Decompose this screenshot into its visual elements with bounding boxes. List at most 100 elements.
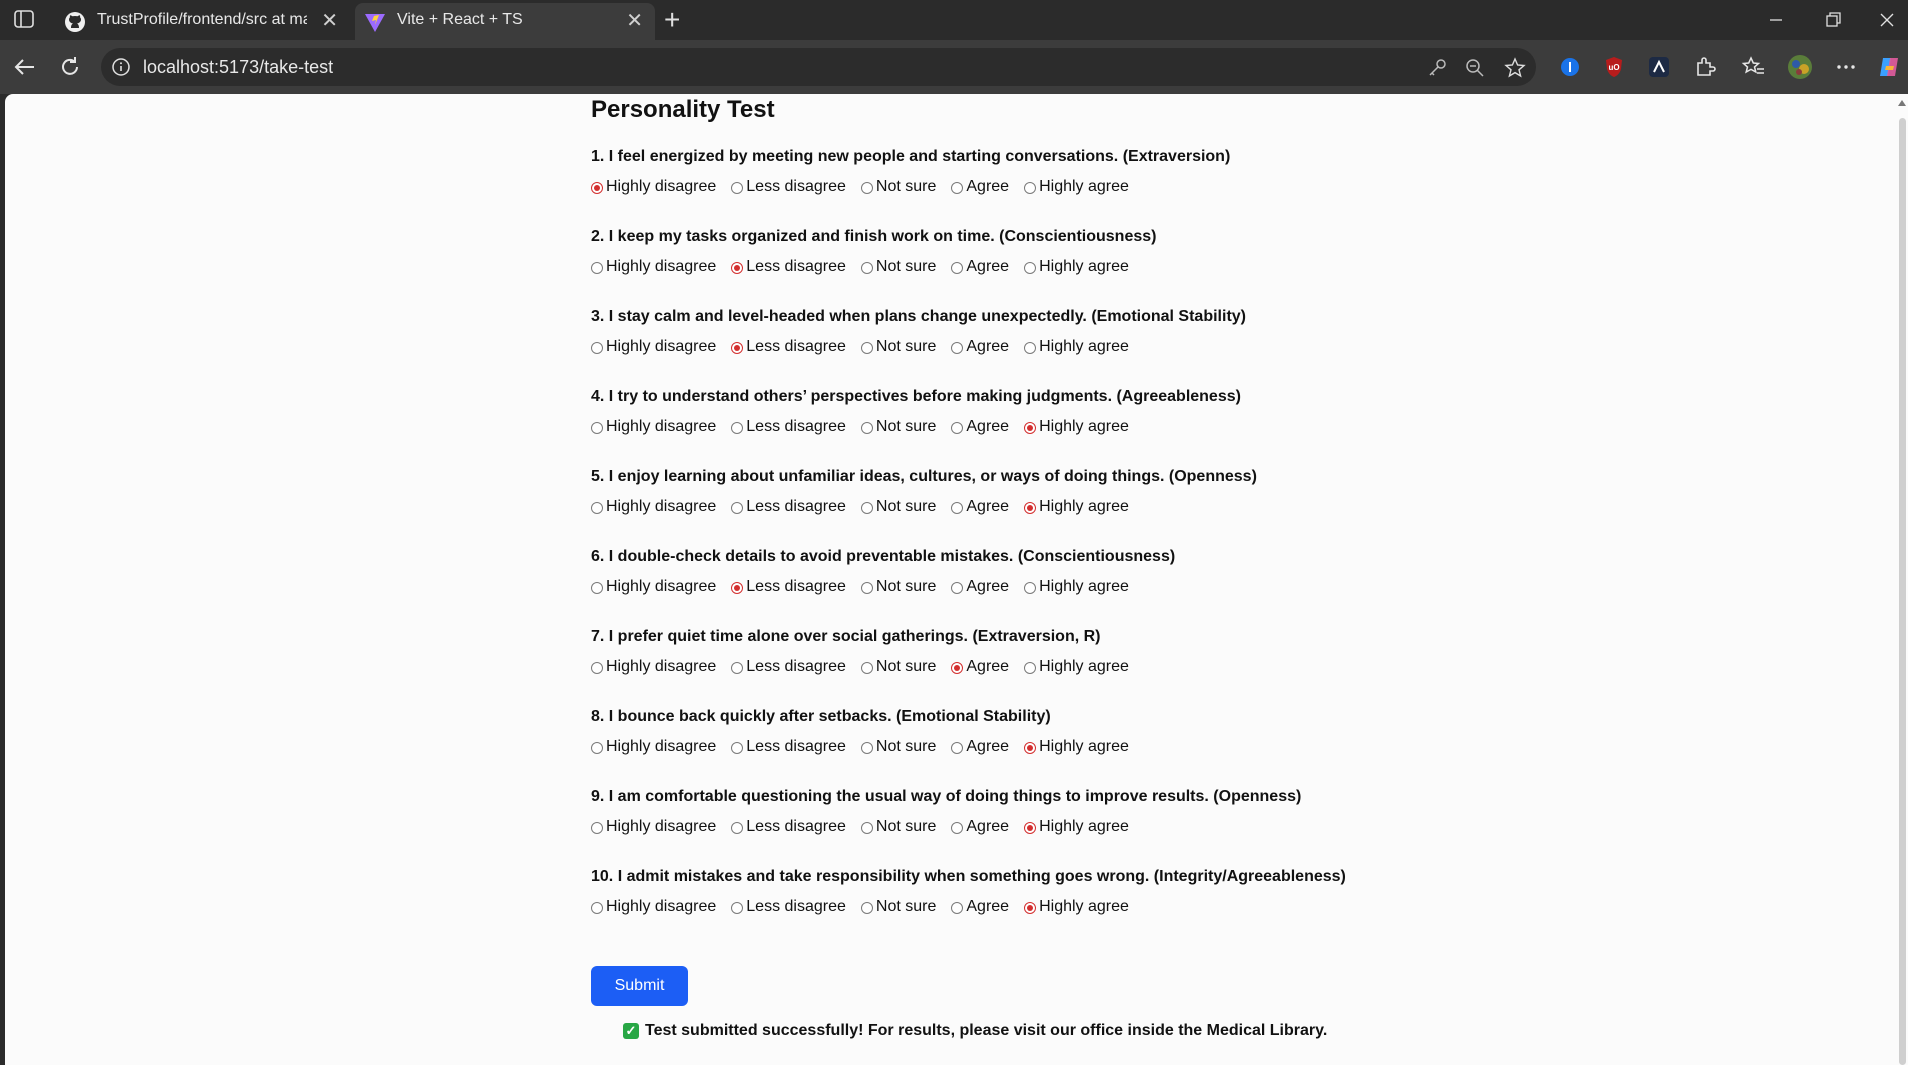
answer-option[interactable]: Not sure	[860, 818, 936, 840]
answer-option[interactable]: Highly disagree	[591, 258, 716, 280]
answer-option[interactable]: Not sure	[860, 498, 936, 520]
key-icon[interactable]	[1426, 57, 1448, 79]
radio-button[interactable]	[860, 342, 873, 354]
close-window-icon[interactable]	[1872, 6, 1902, 34]
answer-option[interactable]: Highly agree	[1024, 338, 1129, 360]
radio-button[interactable]	[951, 902, 964, 914]
answer-option[interactable]: Highly disagree	[591, 818, 716, 840]
avatar[interactable]	[1787, 54, 1813, 80]
answer-option[interactable]: Less disagree	[731, 578, 846, 600]
sidebar-toggle-icon[interactable]	[14, 10, 34, 28]
favorites-icon[interactable]	[1741, 54, 1767, 80]
url-text[interactable]: localhost:5173/take-test	[143, 57, 333, 78]
answer-option[interactable]: Agree	[951, 418, 1009, 440]
answer-option[interactable]: Less disagree	[731, 418, 846, 440]
radio-button[interactable]	[951, 662, 964, 674]
radio-button[interactable]	[951, 262, 964, 274]
radio-button[interactable]	[860, 502, 873, 514]
radio-button[interactable]	[951, 422, 964, 434]
answer-option[interactable]: Not sure	[860, 658, 936, 680]
radio-button[interactable]	[860, 742, 873, 754]
more-menu-icon[interactable]	[1833, 54, 1859, 80]
site-info-icon[interactable]	[111, 57, 131, 77]
answer-option[interactable]: Less disagree	[731, 898, 846, 920]
radio-button[interactable]	[860, 662, 873, 674]
radio-button[interactable]	[731, 502, 744, 514]
answer-option[interactable]: Highly disagree	[591, 418, 716, 440]
answer-option[interactable]: Agree	[951, 738, 1009, 760]
answer-option[interactable]: Not sure	[860, 578, 936, 600]
answer-option[interactable]: Not sure	[860, 338, 936, 360]
favorite-star-icon[interactable]	[1504, 57, 1526, 79]
radio-button[interactable]	[1024, 262, 1037, 274]
new-tab-icon[interactable]: +	[664, 5, 680, 35]
answer-option[interactable]: Agree	[951, 498, 1009, 520]
radio-button[interactable]	[591, 902, 603, 914]
answer-option[interactable]: Less disagree	[731, 498, 846, 520]
answer-option[interactable]: Highly agree	[1024, 898, 1129, 920]
answer-option[interactable]: Less disagree	[731, 738, 846, 760]
answer-option[interactable]: Not sure	[860, 178, 936, 200]
radio-button[interactable]	[1024, 422, 1037, 434]
answer-option[interactable]: Highly disagree	[591, 338, 716, 360]
answer-option[interactable]: Less disagree	[731, 338, 846, 360]
back-icon[interactable]	[11, 53, 39, 81]
radio-button[interactable]	[860, 422, 873, 434]
answer-option[interactable]: Highly agree	[1024, 258, 1129, 280]
answer-option[interactable]: Highly disagree	[591, 658, 716, 680]
address-bar[interactable]: localhost:5173/take-test	[101, 48, 1536, 86]
radio-button[interactable]	[731, 742, 744, 754]
radio-button[interactable]	[731, 822, 744, 834]
answer-option[interactable]: Highly disagree	[591, 578, 716, 600]
page-scrollbar[interactable]	[1897, 94, 1908, 1065]
answer-option[interactable]: Highly agree	[1024, 658, 1129, 680]
radio-button[interactable]	[591, 662, 603, 674]
radio-button[interactable]	[860, 902, 873, 914]
answer-option[interactable]: Not sure	[860, 898, 936, 920]
scroll-up-icon[interactable]	[1898, 100, 1906, 106]
password-manager-icon[interactable]	[1557, 54, 1583, 80]
radio-button[interactable]	[951, 182, 964, 194]
zoom-out-icon[interactable]	[1464, 57, 1486, 79]
radio-button[interactable]	[860, 822, 873, 834]
radio-button[interactable]	[731, 422, 744, 434]
radio-button[interactable]	[860, 582, 873, 594]
answer-option[interactable]: Highly agree	[1024, 498, 1129, 520]
copilot-icon[interactable]	[1876, 54, 1902, 80]
radio-button[interactable]	[1024, 742, 1037, 754]
answer-option[interactable]: Agree	[951, 658, 1009, 680]
answer-option[interactable]: Highly agree	[1024, 418, 1129, 440]
answer-option[interactable]: Agree	[951, 898, 1009, 920]
radio-button[interactable]	[1024, 182, 1037, 194]
radio-button[interactable]	[951, 742, 964, 754]
answer-option[interactable]: Highly disagree	[591, 498, 716, 520]
ublock-icon[interactable]: uO	[1601, 54, 1627, 80]
tab-github[interactable]: TrustProfile/frontend/src at main ✕	[55, 3, 350, 40]
radio-button[interactable]	[591, 262, 603, 274]
scrollbar-thumb[interactable]	[1899, 118, 1906, 1065]
radio-button[interactable]	[860, 262, 873, 274]
answer-option[interactable]: Not sure	[860, 258, 936, 280]
radio-button[interactable]	[1024, 822, 1037, 834]
answer-option[interactable]: Highly disagree	[591, 738, 716, 760]
radio-button[interactable]	[591, 342, 603, 354]
radio-button[interactable]	[951, 502, 964, 514]
radio-button[interactable]	[860, 182, 873, 194]
answer-option[interactable]: Highly disagree	[591, 898, 716, 920]
answer-option[interactable]: Highly agree	[1024, 578, 1129, 600]
radio-button[interactable]	[731, 662, 744, 674]
answer-option[interactable]: Agree	[951, 178, 1009, 200]
radio-button[interactable]	[591, 742, 603, 754]
answer-option[interactable]: Less disagree	[731, 818, 846, 840]
extensions-icon[interactable]	[1692, 54, 1718, 80]
answer-option[interactable]: Not sure	[860, 418, 936, 440]
radio-button[interactable]	[951, 582, 964, 594]
radio-button[interactable]	[591, 182, 603, 194]
radio-button[interactable]	[591, 502, 603, 514]
radio-button[interactable]	[731, 262, 744, 274]
answer-option[interactable]: Less disagree	[731, 258, 846, 280]
radio-button[interactable]	[1024, 502, 1037, 514]
radio-button[interactable]	[731, 342, 744, 354]
radio-button[interactable]	[951, 342, 964, 354]
radio-button[interactable]	[591, 422, 603, 434]
